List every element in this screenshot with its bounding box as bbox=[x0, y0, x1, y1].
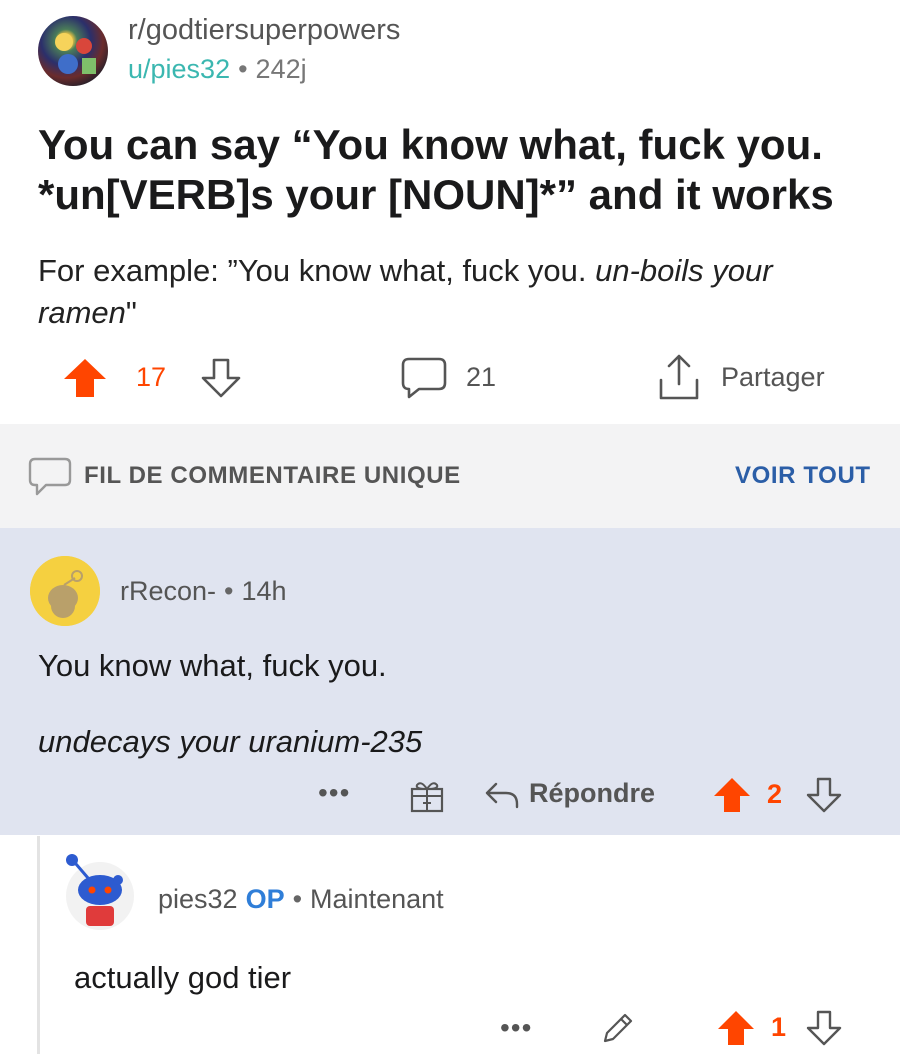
edit-icon[interactable] bbox=[600, 1010, 636, 1051]
comment-age: 14h bbox=[241, 576, 287, 606]
thread-line[interactable] bbox=[37, 836, 40, 1054]
share-icon[interactable] bbox=[657, 352, 701, 407]
reply-meta: pies32 OP • Maintenant bbox=[158, 884, 444, 915]
subreddit-avatar[interactable] bbox=[38, 16, 108, 86]
comment-icon[interactable] bbox=[401, 356, 447, 405]
avatar[interactable] bbox=[30, 556, 100, 626]
downvote-icon[interactable] bbox=[806, 777, 842, 818]
post-author[interactable]: u/pies32 bbox=[128, 54, 230, 84]
meta-separator: • bbox=[292, 884, 303, 914]
post-age: 242j bbox=[255, 54, 307, 84]
post-body: For example: ”You know what, fuck you. u… bbox=[38, 250, 868, 334]
reply-score: 1 bbox=[771, 1012, 787, 1042]
reply-text: actually god tier bbox=[74, 960, 292, 995]
subreddit-name[interactable]: r/godtiersuperpowers bbox=[128, 14, 400, 47]
upvote-icon[interactable] bbox=[716, 1010, 756, 1051]
reply-author[interactable]: pies32 bbox=[158, 884, 238, 914]
upvote-icon[interactable] bbox=[712, 777, 752, 818]
upvote-icon[interactable] bbox=[62, 357, 108, 404]
meta-separator: • bbox=[224, 576, 234, 606]
downvote-icon[interactable] bbox=[806, 1010, 842, 1051]
thread-label: FIL DE COMMENTAIRE UNIQUE bbox=[84, 462, 461, 489]
post-meta: u/pies32 • 242j bbox=[128, 54, 307, 85]
more-options-button[interactable]: ••• bbox=[500, 1012, 532, 1044]
view-all-button[interactable]: VOIR TOUT bbox=[735, 462, 871, 490]
meta-separator: • bbox=[238, 54, 248, 84]
comment-score: 2 bbox=[767, 779, 783, 809]
op-badge: OP bbox=[245, 884, 285, 914]
downvote-icon[interactable] bbox=[200, 357, 242, 404]
comment-author[interactable]: rRecon- bbox=[120, 576, 216, 606]
post-body-text: For example: ”You know what, fuck you. bbox=[38, 253, 596, 288]
share-button[interactable]: Partager bbox=[721, 362, 825, 393]
reply-age: Maintenant bbox=[310, 884, 444, 914]
avatar[interactable] bbox=[62, 850, 138, 932]
thread-icon bbox=[28, 456, 72, 503]
comment-text-italic: undecays your uranium-235 bbox=[38, 724, 423, 759]
comment-meta: rRecon- • 14h bbox=[120, 576, 287, 607]
post-body-end: " bbox=[125, 295, 137, 330]
reply-icon[interactable] bbox=[484, 780, 520, 815]
award-icon[interactable] bbox=[409, 778, 445, 819]
post-title: You can say “You know what, fuck you. *u… bbox=[38, 121, 834, 218]
comment-text: You know what, fuck you. bbox=[38, 648, 387, 683]
more-options-button[interactable]: ••• bbox=[318, 777, 350, 809]
post-score: 17 bbox=[136, 362, 167, 392]
comment-count[interactable]: 21 bbox=[466, 362, 496, 393]
reply-button[interactable]: Répondre bbox=[529, 778, 655, 809]
